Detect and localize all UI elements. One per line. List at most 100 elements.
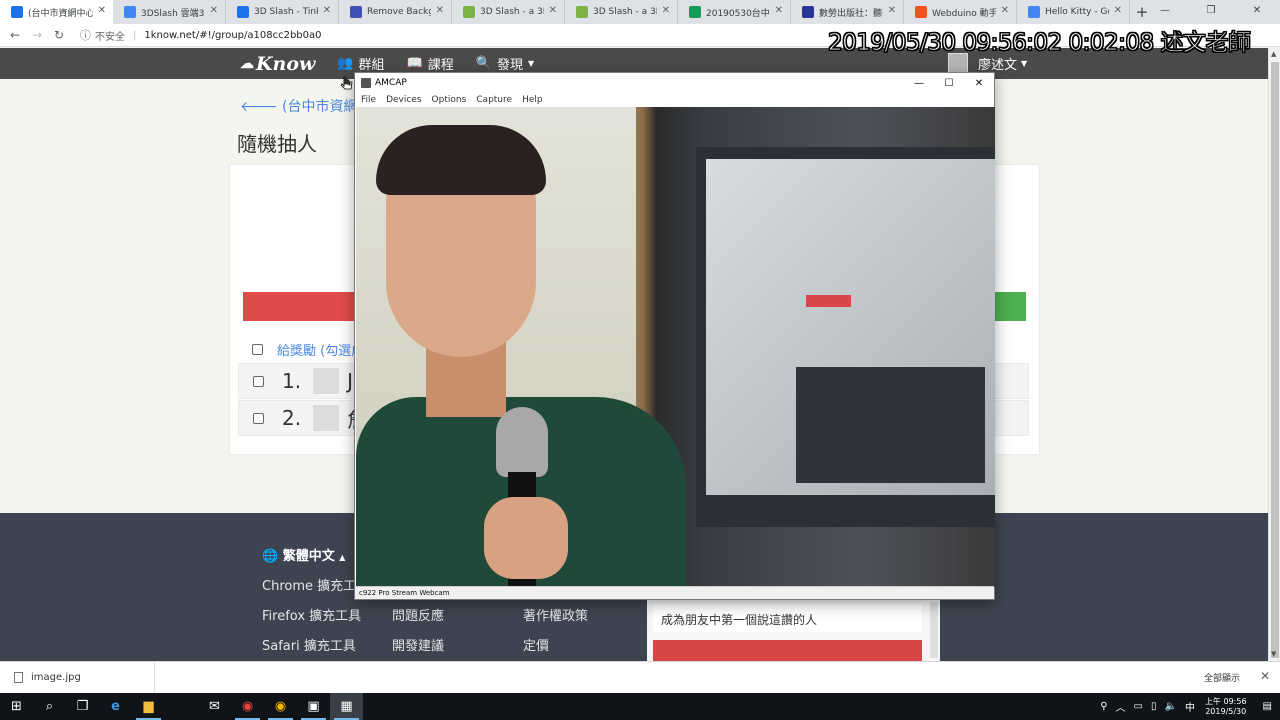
show-all-downloads-button[interactable]: 全部顯示 xyxy=(1204,671,1240,684)
edge-icon[interactable]: e xyxy=(99,693,132,720)
tray-expand-icon[interactable]: ︿ xyxy=(1116,699,1126,714)
browser-tab[interactable]: 數勞出版社：聽著 ✕ xyxy=(791,0,904,24)
amcap-title: AMCAP xyxy=(375,78,407,88)
promo-banner[interactable] xyxy=(653,640,922,661)
scrollbar-thumb[interactable] xyxy=(1271,62,1279,658)
widget-scrollbar[interactable] xyxy=(930,602,938,658)
footer-link-safari[interactable]: Safari 擴充工具 xyxy=(262,635,356,654)
tab-favicon-icon xyxy=(576,6,588,18)
browser-tab[interactable]: Remove Backgrou ✕ xyxy=(339,0,452,24)
browser-tab[interactable]: 3D Slash - TinkerC ✕ xyxy=(226,0,339,24)
footer-link-copyright[interactable]: 著作權政策 xyxy=(523,605,588,624)
footer-link-suggestions[interactable]: 開發建議 xyxy=(392,635,444,654)
notification-icon[interactable]: ▤ xyxy=(1263,701,1272,712)
reward-link[interactable]: 給獎勵 (勾選成 xyxy=(277,340,364,359)
list-item-number: 2. xyxy=(282,406,302,430)
tab-close-icon[interactable]: ✕ xyxy=(662,5,670,16)
footer-link-pricing[interactable]: 定價 xyxy=(523,635,549,654)
tab-label: 數勞出版社：聽著 xyxy=(819,8,883,19)
browser-tab[interactable]: Webduino 動手做 ✕ xyxy=(904,0,1017,24)
avatar xyxy=(313,405,340,431)
page-scrollbar[interactable]: ▲ ▼ xyxy=(1268,48,1280,660)
volume-icon[interactable]: 🔈 xyxy=(1164,701,1176,712)
browser-tab[interactable]: 3D Slash - a 3D pri ✕ xyxy=(452,0,565,24)
menu-file[interactable]: File xyxy=(361,95,376,105)
amcap-taskbar-icon[interactable]: ▦ xyxy=(330,693,363,720)
maximize-icon[interactable]: ☐ xyxy=(934,73,964,93)
file-explorer-icon[interactable]: ▆ xyxy=(132,693,165,720)
tab-close-icon[interactable]: ✕ xyxy=(210,5,218,16)
select-all-checkbox[interactable] xyxy=(252,344,263,355)
mouse-cursor-icon xyxy=(341,76,353,90)
tab-strip: (台中市資網中心) 隨✕3DSlash 雲端3D建✕3D Slash - Tin… xyxy=(0,0,1280,24)
chrome-icon[interactable]: ◉ xyxy=(231,693,264,720)
menu-help[interactable]: Help xyxy=(522,95,543,105)
nav-groups[interactable]: 👥 群組 xyxy=(337,54,384,73)
url-separator: | xyxy=(133,29,137,41)
nav-courses[interactable]: 📖 課程 xyxy=(407,54,454,73)
tab-label: 20190530台中市資 xyxy=(706,8,770,19)
search-icon: 🔍 xyxy=(475,56,492,71)
list-item-checkbox[interactable] xyxy=(253,412,264,424)
tab-close-icon[interactable]: ✕ xyxy=(888,5,896,16)
windows-start-icon[interactable]: ⊞ xyxy=(0,693,33,720)
browser-tab[interactable]: Hello Kitty - Goog ✕ xyxy=(1017,0,1130,24)
tab-close-icon[interactable]: ✕ xyxy=(1114,5,1122,16)
search-icon[interactable]: ⌕ xyxy=(33,693,66,720)
tab-close-icon[interactable]: ✕ xyxy=(775,5,783,16)
minimize-icon[interactable]: — xyxy=(904,73,934,93)
language-selector[interactable]: 🌐 繁體中文 ▲ xyxy=(262,545,345,564)
menu-capture[interactable]: Capture xyxy=(476,95,512,105)
scroll-down-icon[interactable]: ▼ xyxy=(1271,650,1276,658)
tab-close-icon[interactable]: ✕ xyxy=(549,5,557,16)
people-icon[interactable]: ⚲ xyxy=(1100,701,1107,712)
back-arrow-icon[interactable]: ← xyxy=(4,28,26,42)
browser-tab[interactable]: 3DSlash 雲端3D建 ✕ xyxy=(113,0,226,24)
close-icon[interactable]: ✕ xyxy=(1234,0,1280,20)
globe-icon: 🌐 xyxy=(262,549,279,564)
task-view-icon[interactable]: ❐ xyxy=(66,693,99,720)
list-item-checkbox[interactable] xyxy=(253,375,264,387)
footer-link-firefox[interactable]: Firefox 擴充工具 xyxy=(262,605,361,624)
menu-options[interactable]: Options xyxy=(432,95,467,105)
nav-groups-label: 群組 xyxy=(358,58,385,73)
browser-tab[interactable]: 20190530台中市資 ✕ xyxy=(678,0,791,24)
list-item-number: 1. xyxy=(282,369,302,393)
ime-indicator[interactable]: 中 xyxy=(1185,699,1195,714)
download-item[interactable]: image.jpg xyxy=(0,661,155,694)
tab-favicon-icon xyxy=(124,6,136,18)
site-logo[interactable]: ☁ Know xyxy=(240,53,315,75)
app-window-icon[interactable]: ▣ xyxy=(297,693,330,720)
amcap-titlebar[interactable]: AMCAP — ☐ ✕ xyxy=(355,73,994,93)
forward-arrow-icon[interactable]: → xyxy=(26,28,48,42)
tab-close-icon[interactable]: ✕ xyxy=(323,5,331,16)
mail-icon[interactable]: ✉ xyxy=(198,693,231,720)
nav-courses-label: 課程 xyxy=(427,58,454,73)
draw-button[interactable] xyxy=(243,292,363,321)
tab-close-icon[interactable]: ✕ xyxy=(98,5,106,16)
tab-label: 3D Slash - a 3D pri xyxy=(593,7,657,17)
battery-icon[interactable]: ▯ xyxy=(1151,701,1157,712)
menu-devices[interactable]: Devices xyxy=(386,95,421,105)
footer-link-feedback[interactable]: 問題反應 xyxy=(392,605,444,624)
tab-close-icon[interactable]: ✕ xyxy=(436,5,444,16)
browser-tab[interactable]: (台中市資網中心) 隨 ✕ xyxy=(0,0,113,24)
close-icon[interactable]: ✕ xyxy=(1260,669,1270,683)
address-bar[interactable]: ⓘ 不安全 | 1know.net/#!/group/a108cc2bb0a0 xyxy=(80,27,322,43)
tab-favicon-icon xyxy=(802,6,814,18)
system-clock[interactable]: 上午 09:56 2019/5/30 xyxy=(1205,697,1247,717)
reload-icon[interactable]: ↻ xyxy=(48,28,70,42)
tab-label: Webduino 動手做 xyxy=(932,8,996,19)
restore-icon[interactable]: ❐ xyxy=(1188,0,1234,20)
tab-label: Remove Backgrou xyxy=(367,7,431,17)
scroll-up-icon[interactable]: ▲ xyxy=(1271,50,1276,58)
close-icon[interactable]: ✕ xyxy=(964,73,994,93)
tab-close-icon[interactable]: ✕ xyxy=(1001,5,1009,16)
browser-tab[interactable]: 3D Slash - a 3D pri ✕ xyxy=(565,0,678,24)
nav-discover[interactable]: 🔍 發現 ▼ xyxy=(476,54,534,73)
confirm-button[interactable] xyxy=(990,292,1026,321)
info-icon[interactable]: ⓘ xyxy=(80,27,91,43)
minimize-icon[interactable]: — xyxy=(1142,0,1188,20)
chrome-icon[interactable]: ◉ xyxy=(264,693,297,720)
network-icon[interactable]: ▭ xyxy=(1134,701,1143,712)
